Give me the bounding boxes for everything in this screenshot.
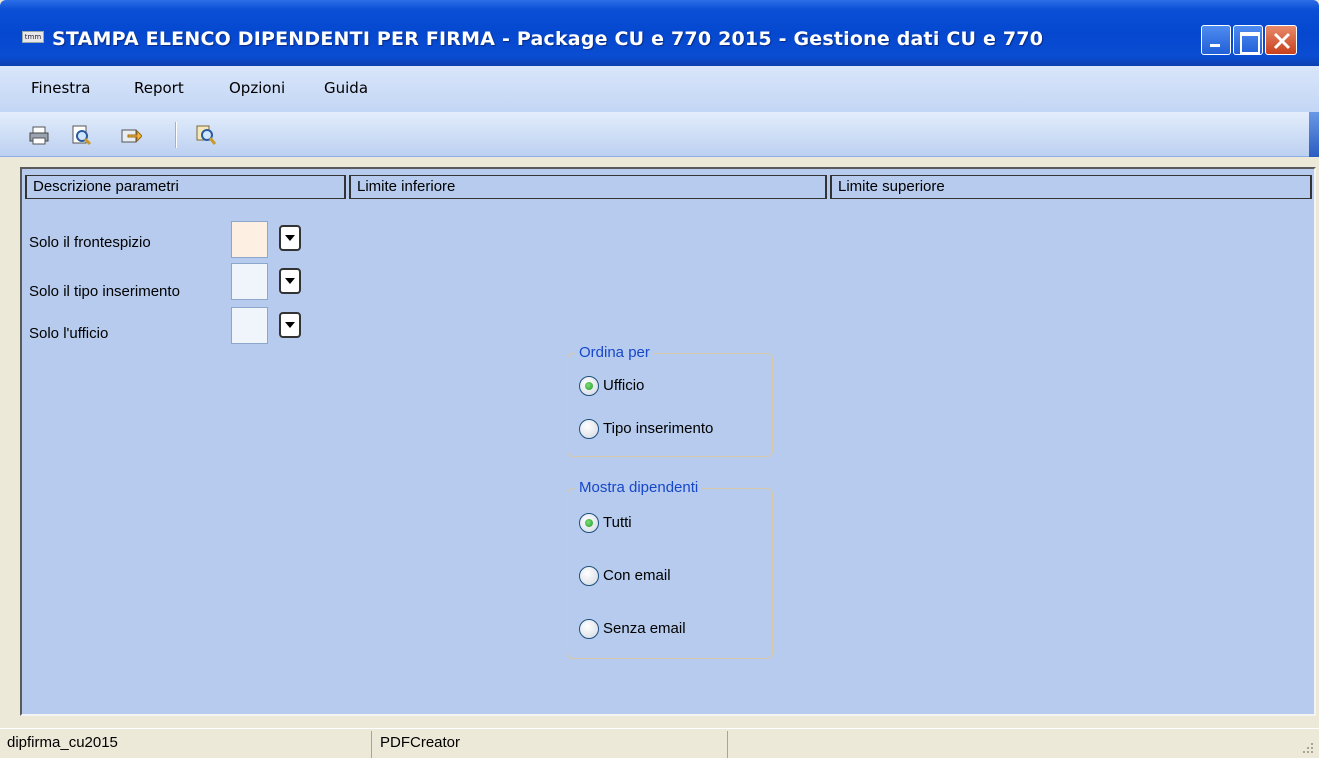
close-button[interactable] bbox=[1265, 25, 1297, 55]
ordina-per-group: Ordina per bbox=[567, 344, 773, 457]
param-label-frontespizio: Solo il frontespizio bbox=[29, 234, 151, 251]
column-header-limite-inferiore[interactable]: Limite inferiore bbox=[349, 175, 827, 199]
radio-button[interactable] bbox=[579, 513, 599, 533]
printer-icon[interactable] bbox=[28, 124, 50, 146]
status-printer: PDFCreator bbox=[372, 731, 728, 758]
column-header-descrizione[interactable]: Descrizione parametri bbox=[25, 175, 346, 199]
ufficio-dropdown-button[interactable] bbox=[279, 312, 301, 338]
toolbar-separator bbox=[175, 122, 177, 148]
menu-report[interactable]: Report bbox=[134, 79, 184, 97]
radio-label: Ufficio bbox=[603, 377, 645, 394]
menu-finestra[interactable]: Finestra bbox=[31, 79, 91, 97]
radio-label: Tipo inserimento bbox=[603, 420, 714, 437]
menu-opzioni[interactable]: Opzioni bbox=[229, 79, 285, 97]
radio-label: Con email bbox=[603, 567, 671, 584]
tipo-inserimento-dropdown-button[interactable] bbox=[279, 268, 301, 294]
radio-button[interactable] bbox=[579, 376, 599, 396]
ordina-per-title: Ordina per bbox=[576, 344, 653, 361]
radio-label: Tutti bbox=[603, 514, 632, 531]
ufficio-field[interactable] bbox=[231, 307, 268, 344]
mostra-dipendenti-title: Mostra dipendenti bbox=[576, 479, 702, 496]
radio-label: Senza email bbox=[603, 620, 686, 637]
app-icon[interactable]: tmm bbox=[22, 31, 44, 43]
minimize-button[interactable] bbox=[1201, 25, 1231, 55]
frontespizio-field[interactable] bbox=[231, 221, 268, 258]
maximize-button[interactable] bbox=[1233, 25, 1263, 55]
resize-grip-icon[interactable] bbox=[1301, 741, 1315, 755]
export-icon[interactable] bbox=[120, 124, 143, 146]
search-icon[interactable] bbox=[195, 124, 217, 146]
param-label-tipo-inserimento: Solo il tipo inserimento bbox=[29, 283, 180, 300]
column-header-limite-superiore[interactable]: Limite superiore bbox=[830, 175, 1312, 199]
toolbar-overflow[interactable] bbox=[1309, 112, 1319, 157]
status-report-name: dipfirma_cu2015 bbox=[0, 731, 372, 758]
print-preview-icon[interactable] bbox=[70, 124, 92, 146]
frontespizio-dropdown-button[interactable] bbox=[279, 225, 301, 251]
menu-guida[interactable]: Guida bbox=[324, 79, 368, 97]
param-label-ufficio: Solo l'ufficio bbox=[29, 325, 109, 342]
tipo-inserimento-field[interactable] bbox=[231, 263, 268, 300]
menu-bar bbox=[0, 66, 1319, 112]
close-icon bbox=[1273, 32, 1291, 50]
radio-button[interactable] bbox=[579, 619, 599, 639]
radio-button[interactable] bbox=[579, 419, 599, 439]
radio-button[interactable] bbox=[579, 566, 599, 586]
window-title: STAMPA ELENCO DIPENDENTI PER FIRMA - Pac… bbox=[52, 28, 1044, 50]
